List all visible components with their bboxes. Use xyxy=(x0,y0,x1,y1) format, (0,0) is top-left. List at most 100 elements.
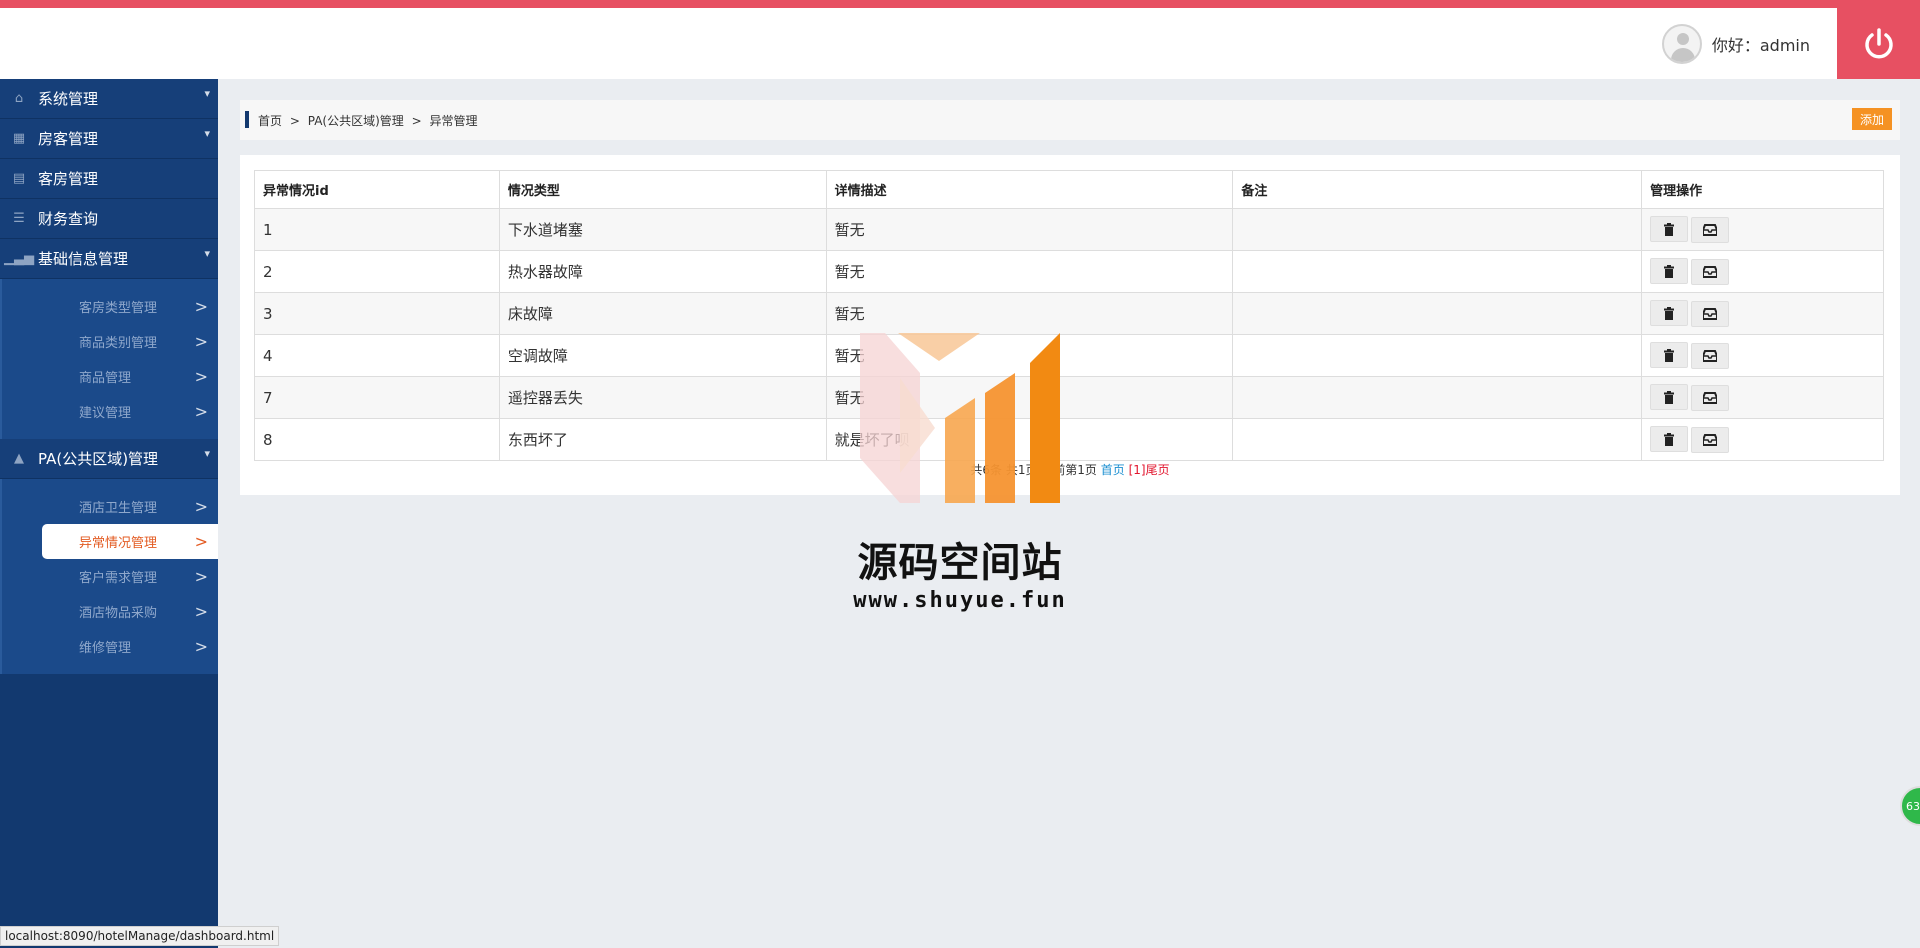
sub-item-label: 客户需求管理 xyxy=(79,571,158,586)
sub-item-label: 建议管理 xyxy=(79,406,132,421)
delete-button[interactable] xyxy=(1650,384,1689,411)
breadcrumb-pa[interactable]: PA(公共区域)管理 xyxy=(308,114,404,128)
grid-icon: ▦ xyxy=(12,131,26,146)
menu-guest[interactable]: ▦ 房客管理 ▾ xyxy=(0,119,218,159)
home-icon: ⌂ xyxy=(14,91,24,106)
sub-item-label: 商品管理 xyxy=(79,371,132,386)
sub-item-label: 客房类型管理 xyxy=(79,301,158,316)
inbox-icon xyxy=(1703,391,1718,404)
watermark-url: www.shuyue.fun xyxy=(853,588,1067,613)
cell-actions xyxy=(1641,418,1884,461)
edit-button[interactable] xyxy=(1691,216,1730,243)
inbox-icon xyxy=(1703,265,1718,278)
list-icon: ☰ xyxy=(13,211,25,226)
sidebar-item-exception[interactable]: 异常情况管理 > xyxy=(42,524,218,559)
table-row: 2 热水器故障 暂无 xyxy=(254,250,1884,293)
cell-id: 3 xyxy=(254,292,500,335)
menu-label: 基础信息管理 xyxy=(38,250,129,268)
menu-pa[interactable]: ▲ PA(公共区域)管理 ▾ xyxy=(0,439,218,479)
table-row: 3 床故障 暂无 xyxy=(254,292,1884,335)
chevron-right-icon: > xyxy=(194,367,208,386)
cell-note xyxy=(1232,334,1643,377)
table-panel: 异常情况id 情况类型 详情描述 备注 管理操作 1 下水道堵塞 暂无 2 热水… xyxy=(240,155,1900,495)
delete-button[interactable] xyxy=(1650,216,1689,243)
trash-icon xyxy=(1664,222,1675,236)
sidebar-item-room-type[interactable]: 客房类型管理 > xyxy=(2,289,218,324)
sub-item-label: 酒店卫生管理 xyxy=(79,501,158,516)
cell-desc: 暂无 xyxy=(825,292,1234,335)
cell-actions xyxy=(1641,334,1884,377)
trash-icon xyxy=(1664,432,1675,446)
menu-room[interactable]: ▤ 客房管理 xyxy=(0,159,218,199)
floating-badge[interactable]: 63 xyxy=(1900,786,1920,826)
sub-item-label: 商品类别管理 xyxy=(79,336,158,351)
chevron-down-icon: ▾ xyxy=(204,87,210,100)
delete-button[interactable] xyxy=(1650,342,1689,369)
avatar[interactable] xyxy=(1661,24,1702,64)
cell-type: 遥控器丢失 xyxy=(498,376,827,419)
chevron-right-icon: > xyxy=(194,532,208,551)
cell-desc: 暂无 xyxy=(825,250,1234,293)
delete-button[interactable] xyxy=(1650,258,1689,285)
table-row: 7 遥控器丢失 暂无 xyxy=(254,376,1884,419)
cell-note xyxy=(1232,250,1643,293)
submenu-basic-info: 客房类型管理 > 商品类别管理 > 商品管理 > 建议管理 > xyxy=(0,279,218,439)
cell-id: 7 xyxy=(254,376,500,419)
table-row: 4 空调故障 暂无 xyxy=(254,334,1884,377)
pagination-first[interactable]: 首页 xyxy=(1101,463,1125,477)
edit-button[interactable] xyxy=(1691,300,1730,327)
menu-finance[interactable]: ☰ 财务查询 xyxy=(0,199,218,239)
avatar-body xyxy=(1670,48,1695,62)
col-header-id: 异常情况id xyxy=(254,170,500,209)
breadcrumb-home[interactable]: 首页 xyxy=(258,114,282,128)
pagination-last[interactable]: 尾页 xyxy=(1146,463,1170,477)
menu-system[interactable]: ⌂ 系统管理 ▾ xyxy=(0,79,218,119)
cell-type: 下水道堵塞 xyxy=(498,208,827,251)
edit-button[interactable] xyxy=(1691,384,1730,411)
sidebar-item-goods-category[interactable]: 商品类别管理 > xyxy=(2,324,218,359)
sidebar-item-goods[interactable]: 商品管理 > xyxy=(2,359,218,394)
power-icon xyxy=(1864,27,1893,58)
chevron-right-icon: > xyxy=(194,332,208,351)
breadcrumb: 首页 > PA(公共区域)管理 > 异常管理 xyxy=(258,112,482,129)
inbox-icon xyxy=(1703,349,1718,362)
sidebar: ⌂ 系统管理 ▾ ▦ 房客管理 ▾ ▤ 客房管理 ☰ 财务查询 ▁▃▅ 基础信息… xyxy=(0,79,218,948)
chevron-right-icon: > xyxy=(194,297,208,316)
edit-button[interactable] xyxy=(1691,426,1730,453)
delete-button[interactable] xyxy=(1650,426,1689,453)
table-header-row: 异常情况id 情况类型 详情描述 备注 管理操作 xyxy=(254,170,1884,209)
trash-icon xyxy=(1664,390,1675,404)
watermark-title: 源码空间站 xyxy=(857,540,1063,586)
sidebar-item-repair[interactable]: 维修管理 > xyxy=(2,629,218,664)
menu-label: PA(公共区域)管理 xyxy=(38,450,159,468)
cell-type: 空调故障 xyxy=(498,334,827,377)
menu-label: 财务查询 xyxy=(38,210,99,228)
user-area: 你好：admin xyxy=(1661,22,1810,66)
exception-table: 异常情况id 情况类型 详情描述 备注 管理操作 1 下水道堵塞 暂无 2 热水… xyxy=(254,170,1884,461)
chevron-down-icon: ▾ xyxy=(204,127,210,140)
avatar-head xyxy=(1676,33,1689,45)
cell-note xyxy=(1232,376,1643,419)
menu-label: 系统管理 xyxy=(38,90,99,108)
sidebar-item-purchase[interactable]: 酒店物品采购 > xyxy=(2,594,218,629)
col-header-desc: 详情描述 xyxy=(825,170,1234,209)
cell-type: 东西坏了 xyxy=(498,418,827,461)
sidebar-item-hygiene[interactable]: 酒店卫生管理 > xyxy=(2,489,218,524)
menu-basic-info[interactable]: ▁▃▅ 基础信息管理 ▾ xyxy=(0,239,218,279)
user-greeting: 你好：admin xyxy=(1711,36,1810,55)
sidebar-item-suggestion[interactable]: 建议管理 > xyxy=(2,394,218,429)
submenu-pa: 酒店卫生管理 > 异常情况管理 > 客户需求管理 > 酒店物品采购 > 维修管理… xyxy=(0,479,218,674)
edit-button[interactable] xyxy=(1691,258,1730,285)
breadcrumb-bar: 首页 > PA(公共区域)管理 > 异常管理 添加 xyxy=(240,100,1900,140)
chevron-right-icon: > xyxy=(194,497,208,516)
cell-type: 热水器故障 xyxy=(498,250,827,293)
edit-button[interactable] xyxy=(1691,342,1730,369)
trash-icon xyxy=(1664,264,1675,278)
sidebar-item-customer-needs[interactable]: 客户需求管理 > xyxy=(2,559,218,594)
delete-button[interactable] xyxy=(1650,300,1689,327)
col-header-actions: 管理操作 xyxy=(1641,170,1884,209)
add-button[interactable]: 添加 xyxy=(1852,108,1892,130)
logout-button[interactable] xyxy=(1837,8,1920,79)
sub-item-label: 酒店物品采购 xyxy=(79,606,158,621)
pagination-current[interactable]: [1] xyxy=(1129,463,1146,477)
